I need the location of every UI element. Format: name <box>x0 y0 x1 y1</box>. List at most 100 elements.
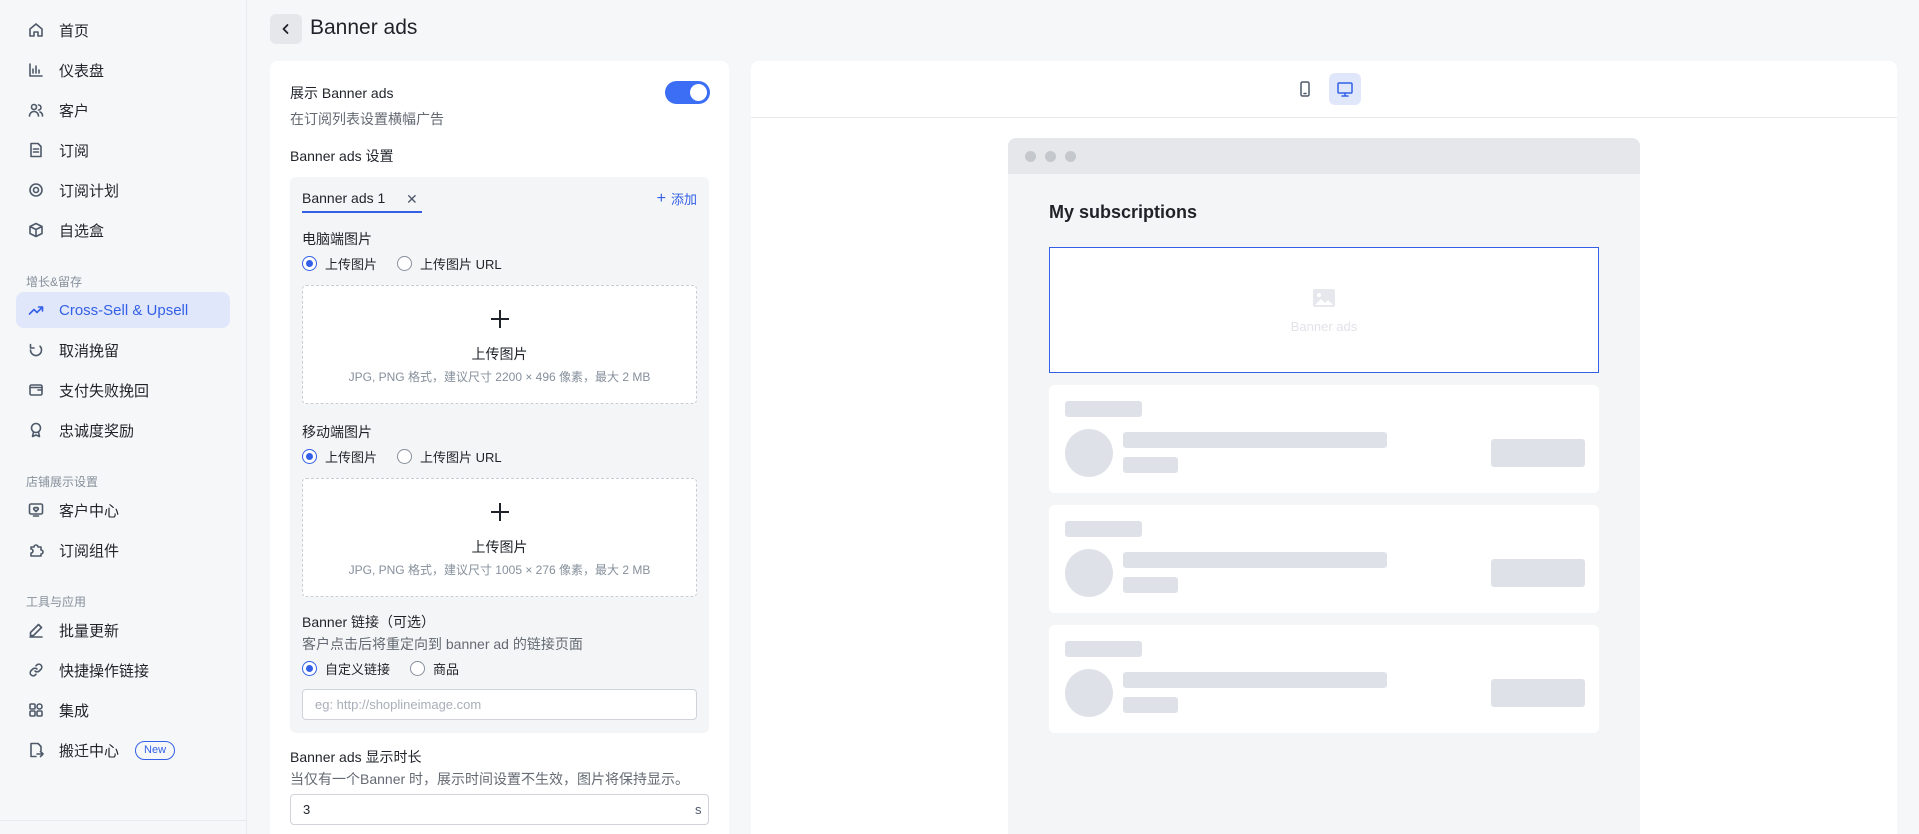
duration-input[interactable] <box>290 794 709 825</box>
skeleton-button <box>1491 439 1585 467</box>
desktop-preview-button[interactable] <box>1329 73 1361 105</box>
tab-label: Banner ads 1 <box>302 190 386 206</box>
sidebar-item-integrations[interactable]: 集成 <box>16 692 230 728</box>
banner-preview[interactable]: Banner ads <box>1049 247 1599 373</box>
upload-hint: JPG, PNG 格式，建议尺寸 2200 × 496 像素，最大 2 MB <box>348 370 651 384</box>
sidebar-item-label: 订阅组件 <box>59 542 120 560</box>
box-icon <box>27 221 45 239</box>
sidebar-item-quick-links[interactable]: 快捷操作链接 <box>16 652 230 688</box>
skeleton-line <box>1123 672 1387 688</box>
sidebar-item-label: 忠诚度奖励 <box>59 422 135 440</box>
mobile-preview-button[interactable] <box>1289 73 1321 105</box>
sidebar-item-customers[interactable]: 客户 <box>16 92 230 128</box>
sidebar-item-dashboard[interactable]: 仪表盘 <box>16 52 230 88</box>
plan-icon <box>27 181 45 199</box>
mobile-radio-url[interactable]: 上传图片 URL <box>397 447 502 466</box>
skeleton-line <box>1123 577 1178 593</box>
sidebar-item-box[interactable]: 自选盒 <box>16 212 230 248</box>
desktop-icon <box>1337 82 1353 97</box>
settings-panel: 展示 Banner ads 在订阅列表设置横幅广告 Banner ads 设置 … <box>270 61 729 834</box>
sidebar-divider <box>0 820 247 821</box>
sidebar-item-migration[interactable]: 搬迁中心 New <box>16 732 230 768</box>
desktop-image-label: 电脑端图片 <box>302 231 372 247</box>
close-icon[interactable]: ✕ <box>406 192 418 206</box>
sidebar-item-plans[interactable]: 订阅计划 <box>16 172 230 208</box>
window-dot <box>1025 151 1036 162</box>
banner-settings-title: Banner ads 设置 <box>290 148 394 164</box>
sidebar-item-label: 客户 <box>59 102 90 120</box>
sidebar-item-payment-recovery[interactable]: 支付失败挽回 <box>16 372 230 408</box>
section-label-growth: 增长&留存 <box>26 275 83 289</box>
pen-icon <box>27 621 45 639</box>
window-dot <box>1045 151 1056 162</box>
trend-up-icon <box>27 301 45 319</box>
sidebar-item-label: 客户中心 <box>59 502 120 520</box>
desktop-upload-area[interactable]: 上传图片 JPG, PNG 格式，建议尺寸 2200 × 496 像素，最大 2… <box>302 285 697 404</box>
skeleton-button <box>1491 679 1585 707</box>
desktop-radio-url[interactable]: 上传图片 URL <box>397 254 502 273</box>
sidebar-item-home[interactable]: 首页 <box>16 12 230 48</box>
document-icon <box>27 141 45 159</box>
duration-label: Banner ads 显示时长 <box>290 749 422 765</box>
sidebar-item-label: 首页 <box>59 22 90 40</box>
mobile-radio-upload[interactable]: 上传图片 <box>302 447 377 466</box>
radio-checked[interactable] <box>302 256 317 271</box>
chevron-left-icon <box>282 24 289 34</box>
sidebar-item-label: 取消挽留 <box>59 342 120 360</box>
radio-unchecked[interactable] <box>397 449 413 464</box>
skeleton-avatar <box>1065 669 1113 717</box>
sidebar-item-label: 支付失败挽回 <box>59 382 150 400</box>
link-radio-custom[interactable]: 自定义链接 <box>302 659 390 678</box>
show-banner-label: 展示 Banner ads <box>290 85 394 101</box>
sidebar-item-label: 快捷操作链接 <box>59 662 150 680</box>
plus-icon <box>489 501 511 523</box>
sidebar-item-cancel-retention[interactable]: 取消挽留 <box>16 332 230 368</box>
banner-link-label: Banner 链接（可选） <box>302 614 436 630</box>
sidebar-item-loyalty[interactable]: 忠诚度奖励 <box>16 412 230 448</box>
sidebar-item-subscriptions[interactable]: 订阅 <box>16 132 230 168</box>
sidebar-item-label: 订阅计划 <box>59 182 120 200</box>
browser-bar <box>1008 138 1640 174</box>
radio-checked[interactable] <box>302 449 317 464</box>
heart-screen-icon <box>27 501 45 519</box>
radio-unchecked[interactable] <box>410 661 426 676</box>
banner-link-input[interactable] <box>302 689 697 720</box>
mobile-image-label: 移动端图片 <box>302 424 372 440</box>
subscription-card-skeleton <box>1049 625 1599 733</box>
mobile-image-source: 上传图片 上传图片 URL <box>302 447 522 466</box>
show-banner-toggle[interactable] <box>665 81 710 104</box>
sidebar-item-label: Cross-Sell & Upsell <box>59 301 189 319</box>
radio-checked[interactable] <box>302 661 317 676</box>
sidebar-item-bulk-update[interactable]: 批量更新 <box>16 612 230 648</box>
plus-icon <box>489 308 511 330</box>
add-banner-button[interactable]: + 添加 <box>657 189 697 208</box>
desktop-radio-upload[interactable]: 上传图片 <box>302 254 377 273</box>
duration-desc: 当仅有一个Banner 时，展示时间设置不生效，图片将保持显示。 <box>290 771 690 787</box>
banner-link-type: 自定义链接 商品 <box>302 659 479 678</box>
upload-title: 上传图片 <box>471 539 528 555</box>
sidebar-item-widgets[interactable]: 订阅组件 <box>16 532 230 568</box>
sidebar-item-label: 集成 <box>59 702 90 720</box>
link-radio-product[interactable]: 商品 <box>410 659 459 678</box>
radio-unchecked[interactable] <box>397 256 413 271</box>
duration-suffix: s <box>695 802 702 817</box>
back-button[interactable] <box>270 14 302 44</box>
sidebar-item-cross-sell[interactable]: Cross-Sell & Upsell <box>16 292 230 328</box>
subscriptions-title: My subscriptions <box>1049 202 1198 222</box>
banner-placeholder-text: Banner ads <box>1290 319 1358 334</box>
new-badge: New <box>135 740 176 760</box>
banner-settings-card: Banner ads 1 ✕ + 添加 电脑端图片 上传图片 上传图片 URL … <box>290 177 709 733</box>
tab-banner-ads-1[interactable]: Banner ads 1 ✕ <box>302 185 422 213</box>
mobile-upload-area[interactable]: 上传图片 JPG, PNG 格式，建议尺寸 1005 × 276 像素，最大 2… <box>302 478 697 597</box>
sidebar-item-label: 仪表盘 <box>59 62 105 80</box>
upload-title: 上传图片 <box>471 346 528 362</box>
skeleton-line <box>1065 521 1142 537</box>
preview-panel: My subscriptions Banner ads <box>751 61 1897 834</box>
sidebar-item-customer-center[interactable]: 客户中心 <box>16 492 230 528</box>
award-icon <box>27 421 45 439</box>
skeleton-line <box>1123 432 1387 448</box>
mobile-icon <box>1300 81 1310 97</box>
section-label-tools: 工具与应用 <box>26 595 87 609</box>
page-title: Banner ads <box>310 16 418 39</box>
browser-mockup: My subscriptions Banner ads <box>1008 138 1640 834</box>
